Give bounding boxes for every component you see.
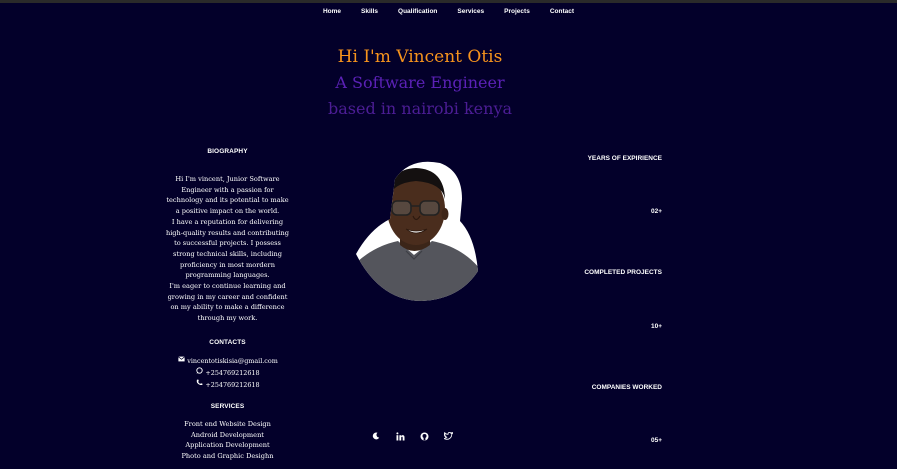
nav-skills[interactable]: Skills	[351, 7, 388, 17]
service-item: Android Development	[191, 430, 264, 439]
contacts-list: vincentotiskisia@gmail.com +254769212618…	[160, 355, 295, 391]
biography-text: Hi I'm vincent, Junior Software Engineer…	[165, 175, 290, 323]
contact-whatsapp[interactable]: +254769212618	[160, 367, 295, 379]
contacts-title: CONTACTS	[209, 338, 246, 346]
services-title: SERVICES	[210, 402, 245, 410]
stat-value-companies: 05+	[650, 437, 662, 444]
left-column: BIOGRAPHY Hi I'm vincent, Junior Softwar…	[160, 147, 295, 462]
envelope-icon	[177, 355, 185, 367]
contact-email-text: vincentotiskisia@gmail.com	[187, 356, 278, 365]
nav-projects[interactable]: Projects	[494, 7, 540, 17]
nav-qualification[interactable]: Qualification	[388, 7, 447, 17]
social-links	[370, 430, 454, 442]
nav-contact[interactable]: Contact	[540, 7, 584, 17]
service-item: Photo and Graphic Desighn	[181, 451, 274, 460]
contact-email[interactable]: vincentotiskisia@gmail.com	[160, 355, 295, 367]
stat-label-experience: YEARS OF EXPIRIENCE	[587, 155, 662, 162]
top-border	[0, 0, 897, 3]
profile-portrait	[350, 159, 480, 302]
services-list: Front end Website Design Android Develop…	[160, 419, 295, 462]
contact-phone[interactable]: +254769212618	[160, 379, 295, 391]
top-nav: Home Skills Qualification Services Proje…	[0, 7, 897, 17]
hero-location: based in nairobi kenya	[327, 99, 513, 118]
contact-whatsapp-text: +254769212618	[205, 368, 260, 377]
nav-services[interactable]: Services	[447, 7, 494, 17]
moon-icon[interactable]	[370, 430, 382, 442]
hero-greeting: Hi I'm Vincent Otis	[337, 47, 503, 67]
whatsapp-icon	[195, 367, 203, 379]
service-item: Front end Website Design	[184, 419, 271, 428]
twitter-icon[interactable]	[442, 430, 454, 442]
linkedin-icon[interactable]	[394, 430, 406, 442]
phone-icon	[195, 379, 203, 391]
github-icon[interactable]	[418, 430, 430, 442]
nav-home[interactable]: Home	[313, 7, 351, 17]
contact-phone-text: +254769212618	[205, 380, 260, 389]
service-item: Application Development	[185, 441, 270, 450]
stat-value-projects: 10+	[650, 323, 662, 330]
hero-role: A Software Engineer	[335, 73, 505, 92]
stat-value-experience: 02+	[650, 208, 662, 215]
stat-label-projects: COMPLETED PROJECTS	[584, 269, 662, 276]
stat-label-companies: COMPANIES WORKED	[591, 384, 662, 391]
hero: Hi I'm Vincent Otis A Software Engineer …	[0, 44, 840, 122]
biography-title: BIOGRAPHY	[207, 148, 248, 155]
